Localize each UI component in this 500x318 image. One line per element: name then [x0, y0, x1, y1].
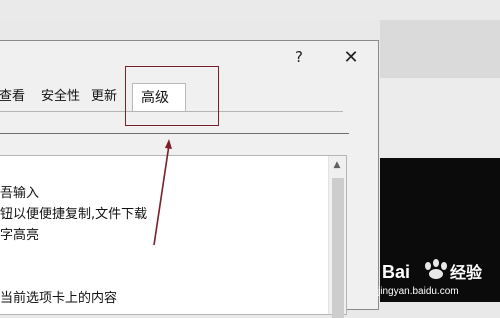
baidu-jingyan-watermark: Bai 经验 jingyan.baidu.com [358, 250, 498, 300]
watermark-url: jingyan.baidu.com [377, 286, 459, 297]
svg-text:经验: 经验 [450, 263, 483, 282]
baidu-paw-logo: Bai 经验 jingyan.baidu.com [377, 259, 483, 297]
watermark-brand-text: Bai [382, 262, 410, 282]
